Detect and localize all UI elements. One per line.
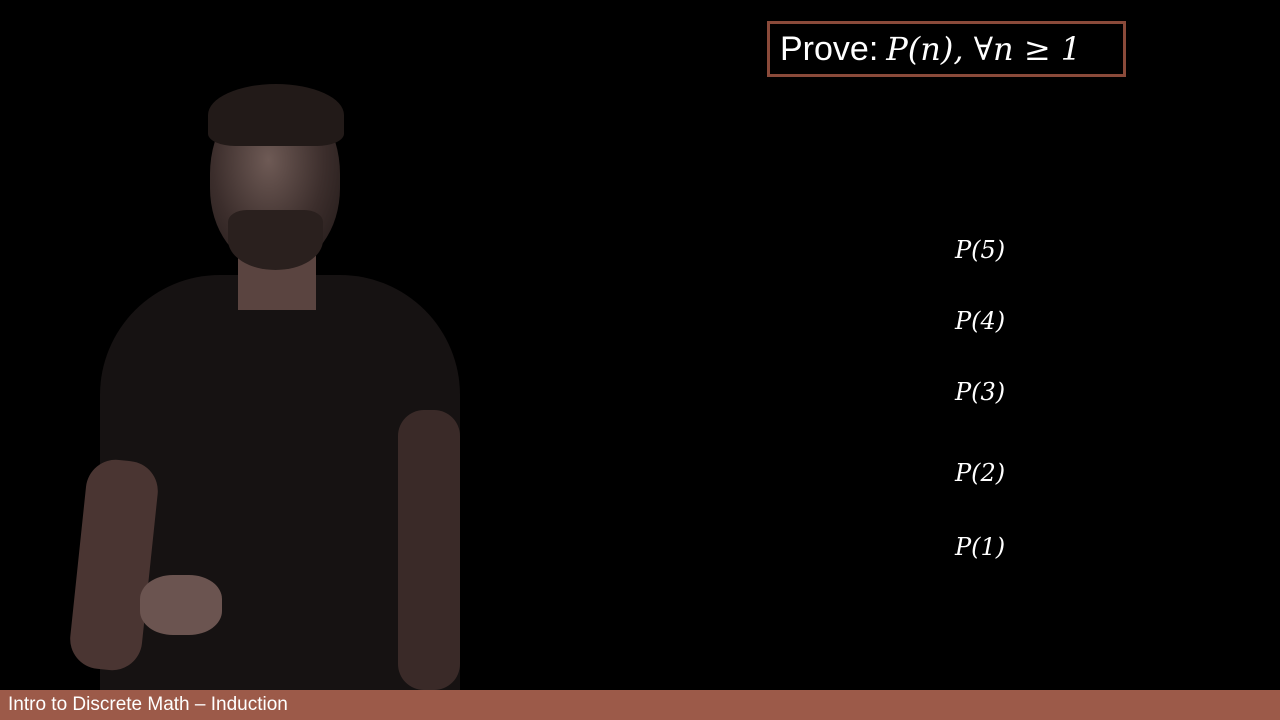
statement-p2: P(2)	[955, 459, 1006, 487]
statement-p5: P(5)	[955, 236, 1006, 264]
statement-p4: P(4)	[955, 307, 1006, 335]
statement-p3: P(3)	[955, 378, 1006, 406]
presenter-right-arm	[398, 410, 460, 690]
prove-statement-box: Prove: P(n), ∀n ≥ 1	[767, 21, 1126, 77]
footer-title: Intro to Discrete Math – Induction	[8, 694, 288, 715]
presenter-hair	[208, 84, 344, 146]
statement-p1: P(1)	[955, 533, 1006, 561]
presenter-figure	[60, 80, 500, 690]
presenter-beard	[228, 210, 323, 270]
footer-bar: Intro to Discrete Math – Induction	[0, 690, 1280, 720]
prove-label: Prove:	[780, 29, 879, 68]
prove-formula: P(n), ∀n ≥ 1	[886, 30, 1082, 68]
presenter-hand	[140, 575, 222, 635]
slide-stage: Prove: P(n), ∀n ≥ 1 P(5) P(4) P(3) P(2) …	[0, 0, 1280, 720]
